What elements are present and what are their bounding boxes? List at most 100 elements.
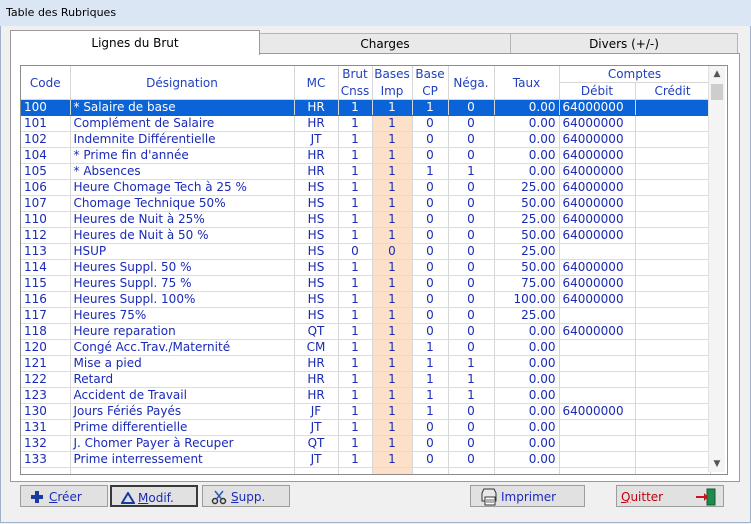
cell-bases-imp[interactable]: 1 (372, 387, 413, 404)
cell-base-cp[interactable]: 0 (412, 291, 449, 308)
cell-designation[interactable]: J. Chomer Payer à Recuper (70, 435, 295, 452)
cell-taux[interactable] (494, 467, 560, 474)
table-row[interactable]: 110 Heures de Nuit à 25% HS 1 1 0 0 25.00 640000… (21, 211, 711, 228)
cell-mc[interactable]: HR (294, 371, 339, 388)
cell-nega[interactable]: 0 (448, 99, 495, 116)
cell-designation[interactable]: Heures de Nuit à 50 % (70, 227, 295, 244)
cell-brut-cnss[interactable]: 1 (338, 419, 373, 436)
cell-brut-cnss[interactable]: 1 (338, 163, 373, 180)
cell-debit[interactable]: 64000000 (559, 275, 636, 292)
cell-taux[interactable]: 0.00 (494, 387, 560, 404)
cell-mc[interactable]: HS (294, 307, 339, 324)
cell-bases-imp[interactable]: 1 (372, 163, 413, 180)
cell-debit[interactable]: 64000000 (559, 115, 636, 132)
cell-mc[interactable]: HS (294, 195, 339, 212)
header-mc[interactable]: MC (294, 66, 339, 100)
cell-mc[interactable]: HR (294, 147, 339, 164)
cell-mc[interactable]: QT (294, 323, 339, 340)
table-row[interactable]: 115 Heures Suppl. 75 % HS 1 1 0 0 75.00 64000000 (21, 275, 711, 292)
cell-mc[interactable]: JT (294, 451, 339, 468)
cell-code[interactable]: 113 (21, 243, 71, 260)
cell-bases-imp[interactable]: 1 (372, 275, 413, 292)
cell-designation[interactable]: HSUP (70, 243, 295, 260)
cell-brut-cnss[interactable]: 1 (338, 323, 373, 340)
cell-base-cp[interactable]: 0 (412, 307, 449, 324)
cell-nega[interactable]: 0 (448, 323, 495, 340)
cell-taux[interactable]: 0.00 (494, 339, 560, 356)
cell-credit[interactable] (635, 371, 711, 388)
table-row[interactable] (21, 467, 711, 474)
table-row[interactable]: 121 Mise a pied HR 1 1 1 1 0.00 (21, 355, 711, 372)
tab-divers[interactable]: Divers (+/-) (510, 33, 738, 55)
header-code[interactable]: Code (21, 66, 71, 100)
cell-nega[interactable]: 0 (448, 307, 495, 324)
cell-credit[interactable] (635, 339, 711, 356)
cell-bases-imp[interactable]: 1 (372, 211, 413, 228)
table-row[interactable]: 117 Heures 75% HS 1 1 0 0 25.00 (21, 307, 711, 324)
header-nega[interactable]: Néga. (448, 66, 495, 100)
cell-brut-cnss[interactable]: 1 (338, 147, 373, 164)
table-row[interactable]: 116 Heures Suppl. 100% HS 1 1 0 0 100.00 6400000… (21, 291, 711, 308)
cell-taux[interactable]: 0.00 (494, 451, 560, 468)
cell-designation[interactable]: Heure reparation (70, 323, 295, 340)
cell-nega[interactable]: 0 (448, 435, 495, 452)
cell-base-cp[interactable]: 1 (412, 387, 449, 404)
cell-designation[interactable]: Mise a pied (70, 355, 295, 372)
cell-nega[interactable]: 0 (448, 115, 495, 132)
cell-nega[interactable]: 0 (448, 211, 495, 228)
cell-bases-imp[interactable]: 1 (372, 403, 413, 420)
cell-debit[interactable]: 64000000 (559, 179, 636, 196)
header-imp[interactable]: Imp (372, 82, 413, 100)
cell-nega[interactable]: 0 (448, 419, 495, 436)
cell-nega[interactable]: 1 (448, 371, 495, 388)
cell-bases-imp[interactable]: 1 (372, 339, 413, 356)
cell-code[interactable]: 105 (21, 163, 71, 180)
cell-credit[interactable] (635, 323, 711, 340)
table-row[interactable]: 130 Jours Fériés Payés JF 1 1 1 0 0.00 64000000 (21, 403, 711, 420)
header-credit[interactable]: Crédit (635, 82, 711, 100)
cell-brut-cnss[interactable]: 1 (338, 371, 373, 388)
table-row[interactable]: 113 HSUP HS 0 0 0 0 25.00 (21, 243, 711, 260)
scroll-up-icon[interactable]: ▲ (709, 66, 725, 82)
table-row[interactable]: 132 J. Chomer Payer à Recuper QT 1 1 0 0 0.00 (21, 435, 711, 452)
table-row[interactable]: 120 Congé Acc.Trav./Maternité CM 1 1 1 0 0.00 (21, 339, 711, 356)
header-debit[interactable]: Débit (559, 82, 636, 100)
cell-base-cp[interactable]: 0 (412, 227, 449, 244)
cell-base-cp[interactable]: 0 (412, 451, 449, 468)
cell-code[interactable]: 117 (21, 307, 71, 324)
table-row[interactable]: 100 * Salaire de base HR 1 1 1 0 0.00 64000000 (21, 99, 711, 116)
cell-brut-cnss[interactable]: 1 (338, 339, 373, 356)
cell-bases-imp[interactable]: 1 (372, 419, 413, 436)
cell-brut-cnss[interactable]: 1 (338, 291, 373, 308)
cell-debit[interactable] (559, 339, 636, 356)
cell-credit[interactable] (635, 211, 711, 228)
cell-credit[interactable] (635, 115, 711, 132)
cell-taux[interactable]: 0.00 (494, 147, 560, 164)
cell-designation[interactable]: * Salaire de base (70, 99, 295, 116)
cell-brut-cnss[interactable]: 1 (338, 355, 373, 372)
cell-designation[interactable]: Heure Chomage Tech à 25 % (70, 179, 295, 196)
creer-button[interactable]: Créer (20, 485, 108, 507)
cell-nega[interactable]: 0 (448, 275, 495, 292)
cell-designation[interactable]: Prime interressement (70, 451, 295, 468)
tab-lignes-du-brut[interactable]: Lignes du Brut (10, 30, 260, 55)
cell-nega[interactable] (448, 467, 495, 474)
cell-mc[interactable]: JF (294, 403, 339, 420)
cell-base-cp[interactable]: 0 (412, 131, 449, 148)
rubriques-grid[interactable]: Code Désignation MC Brut Bases Base Néga… (20, 65, 728, 475)
cell-nega[interactable]: 0 (448, 339, 495, 356)
scroll-thumb[interactable] (711, 84, 723, 100)
cell-code[interactable]: 131 (21, 419, 71, 436)
cell-designation[interactable]: * Prime fin d'année (70, 147, 295, 164)
cell-brut-cnss[interactable]: 1 (338, 115, 373, 132)
cell-code[interactable]: 116 (21, 291, 71, 308)
cell-mc[interactable]: HR (294, 355, 339, 372)
cell-bases-imp[interactable]: 1 (372, 195, 413, 212)
cell-taux[interactable]: 100.00 (494, 291, 560, 308)
cell-nega[interactable]: 0 (448, 227, 495, 244)
cell-brut-cnss[interactable]: 1 (338, 259, 373, 276)
cell-brut-cnss[interactable]: 1 (338, 435, 373, 452)
cell-credit[interactable] (635, 467, 711, 474)
table-row[interactable]: 106 Heure Chomage Tech à 25 % HS 1 1 0 0 25.00 6… (21, 179, 711, 196)
cell-bases-imp[interactable]: 1 (372, 323, 413, 340)
